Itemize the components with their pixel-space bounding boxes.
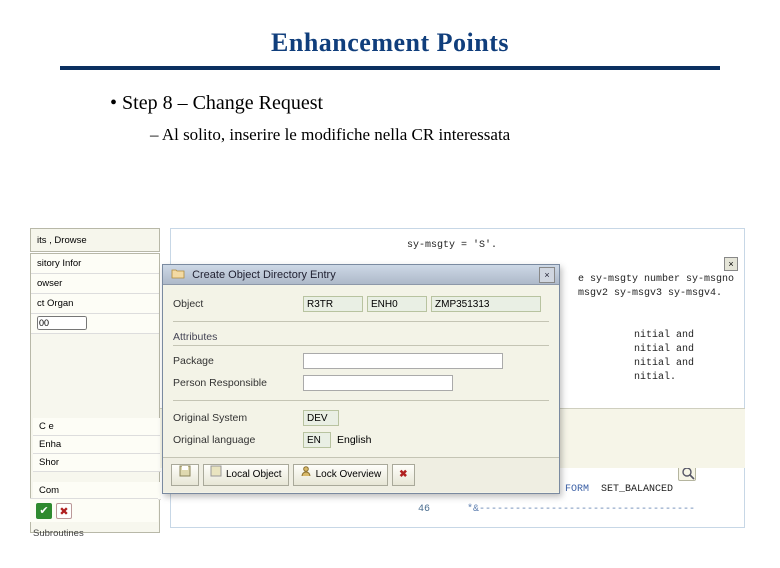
save-icon: [178, 464, 192, 486]
line-number: 46: [412, 503, 430, 517]
dialog-titlebar: Create Object Directory Entry ×: [163, 265, 559, 285]
code-line: sy-msgty = 'S'.: [401, 239, 497, 253]
create-object-dialog: Create Object Directory Entry × Object R…: [162, 264, 560, 494]
left-item[interactable]: ct Organ: [31, 294, 159, 314]
left-item[interactable]: owser: [31, 274, 159, 294]
dialog-title-text: Create Object Directory Entry: [192, 269, 336, 281]
cancel-button[interactable]: ✖: [392, 464, 414, 486]
code-line: nitial and: [628, 357, 694, 371]
code-line: nitial and: [628, 343, 694, 357]
local-object-button[interactable]: Local Object: [203, 464, 289, 486]
package-input[interactable]: [303, 353, 503, 369]
folder-icon: [171, 266, 185, 277]
object-type1: R3TR: [303, 296, 363, 312]
code-comment: *&------------------------------------: [461, 503, 695, 517]
sap-screenshot-area: its , Drowse sitory Infor owser ct Organ…: [30, 228, 750, 548]
bullet-sub: Al solito, inserire le modifiche nella C…: [150, 125, 780, 145]
left-mid-item[interactable]: C e: [33, 418, 161, 436]
dialog-button-bar: Local Object Lock Overview ✖: [163, 457, 559, 492]
slide-title: Enhancement Points: [0, 28, 780, 58]
code-block: nitial and nitial and nitial and nitial.: [628, 329, 694, 385]
object-type2: ENH0: [367, 296, 427, 312]
dialog-body: Object R3TR ENH0 ZMP351313 Attributes Pa…: [163, 285, 559, 457]
code-keyword: FORM SET_BALANCED: [559, 483, 673, 497]
bullet-step: Step 8 – Change Request: [110, 92, 780, 115]
left-foot-buttons: ✔ ✖: [30, 498, 158, 522]
ok-icon[interactable]: ✔: [36, 503, 52, 519]
left-mid-item[interactable]: Shor: [33, 454, 161, 472]
person-label: Person Responsible: [173, 377, 303, 389]
title-rule: [60, 66, 720, 70]
panel-close-icon[interactable]: ×: [724, 257, 738, 271]
original-system-value: DEV: [303, 410, 339, 426]
code-line: msgv2 sy-msgv3 sy-msgv4.: [572, 287, 734, 301]
left-input[interactable]: [37, 316, 87, 330]
disk-icon: [210, 465, 222, 485]
person-input[interactable]: [303, 375, 453, 391]
code-line: e sy-msgty number sy-msgno: [572, 273, 734, 287]
lock-overview-button[interactable]: Lock Overview: [293, 464, 389, 486]
cancel-icon: ✖: [399, 465, 407, 485]
left-input-row: [31, 314, 159, 334]
left-mid-labels: C e Enha Shor Com: [33, 418, 161, 500]
dialog-close-button[interactable]: ×: [539, 267, 555, 283]
left-mid-item[interactable]: Enha: [33, 436, 161, 454]
package-label: Package: [173, 355, 303, 367]
attributes-group-label: Attributes: [173, 328, 549, 346]
person-icon: [300, 465, 312, 485]
save-button[interactable]: [171, 464, 199, 486]
object-name: ZMP351313: [431, 296, 541, 312]
original-system-label: Original System: [173, 412, 303, 424]
code-block: e sy-msgty number sy-msgno msgv2 sy-msgv…: [572, 273, 734, 301]
original-language-code: EN: [303, 432, 331, 448]
original-language-text: English: [337, 434, 371, 446]
cancel-icon[interactable]: ✖: [56, 503, 72, 519]
left-panel-header: its , Drowse: [30, 228, 160, 252]
object-label: Object: [173, 298, 303, 310]
original-language-label: Original language: [173, 434, 303, 446]
code-line: nitial.: [628, 371, 694, 385]
left-footer-label: Subroutines: [33, 528, 84, 539]
code-line: nitial and: [628, 329, 694, 343]
left-item[interactable]: sitory Infor: [31, 254, 159, 274]
